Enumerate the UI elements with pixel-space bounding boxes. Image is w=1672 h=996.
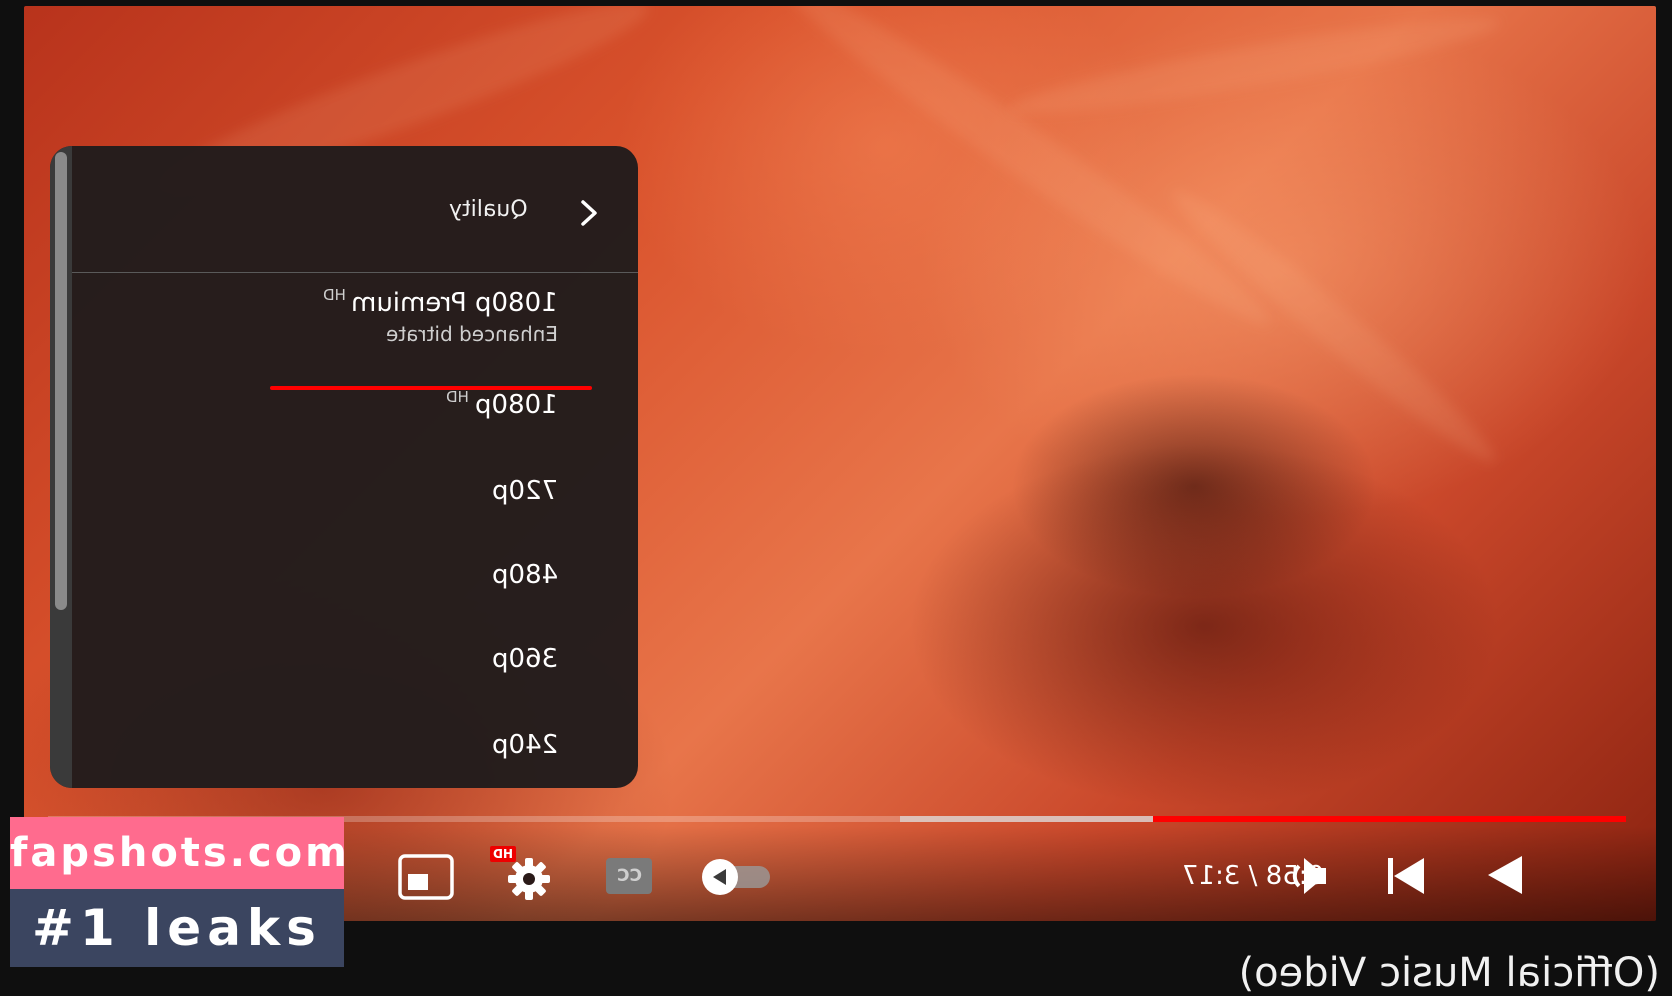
quality-option-1080p-premium[interactable]: HD 1080p Premium Enhanced bitrate bbox=[322, 286, 558, 346]
quality-option-label: 1080p Premium bbox=[351, 288, 558, 318]
video-player[interactable]: Quality HD 1080p Premium Enhanced bitrate… bbox=[24, 6, 1656, 921]
menu-scrollbar-thumb[interactable] bbox=[55, 152, 67, 610]
progress-played bbox=[1153, 816, 1626, 822]
quality-option-label: 480p bbox=[491, 560, 558, 590]
menu-scrollbar[interactable] bbox=[50, 146, 72, 788]
cc-label: CC bbox=[616, 866, 642, 886]
watermark-tagline: #1 leaks bbox=[10, 889, 344, 967]
cc-icon[interactable]: CC bbox=[606, 858, 652, 894]
menu-title: Quality bbox=[449, 197, 528, 222]
quality-option-label: 360p bbox=[491, 644, 558, 674]
play-icon[interactable] bbox=[1486, 852, 1524, 898]
quality-option-label: 1080p bbox=[475, 390, 558, 420]
miniplayer-icon[interactable] bbox=[398, 854, 454, 900]
quality-option-720p[interactable]: 720p bbox=[492, 476, 558, 506]
quality-option-480p[interactable]: 480p bbox=[492, 560, 558, 590]
progress-buffered bbox=[900, 816, 1153, 822]
quality-option-label: 240p bbox=[491, 730, 558, 760]
quality-option-label: 720p bbox=[491, 476, 558, 506]
quality-option-1080p[interactable]: HD 1080p bbox=[446, 388, 558, 420]
quality-option-sublabel: Enhanced bitrate bbox=[386, 322, 558, 346]
next-icon[interactable] bbox=[1386, 854, 1428, 898]
quality-option-240p[interactable]: 240p bbox=[492, 730, 558, 760]
hd-badge: HD bbox=[446, 388, 470, 406]
chevron-right-icon[interactable] bbox=[578, 198, 600, 228]
quality-option-360p[interactable]: 360p bbox=[492, 644, 558, 674]
hd-badge: HD bbox=[322, 286, 346, 304]
watermark-site: fapshots.com bbox=[10, 817, 347, 889]
autoplay-toggle[interactable] bbox=[702, 856, 772, 898]
settings-hd-badge: HD bbox=[490, 846, 517, 862]
menu-header[interactable]: Quality bbox=[72, 146, 638, 273]
video-title: (Official Music Video) bbox=[1238, 950, 1660, 996]
volume-icon[interactable] bbox=[1288, 854, 1332, 898]
quality-menu: Quality HD 1080p Premium Enhanced bitrate… bbox=[50, 146, 638, 788]
